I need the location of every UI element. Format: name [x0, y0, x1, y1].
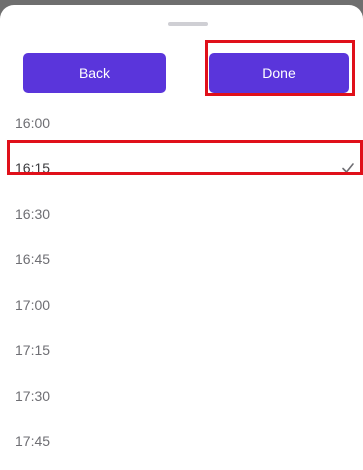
time-option-1630[interactable]: 16:30	[0, 191, 363, 237]
back-button[interactable]: Back	[23, 53, 166, 93]
time-option-1745[interactable]: 17:45	[0, 419, 363, 465]
time-list: 16:00 16:15 16:30 16:45 17:00 17:15 17:3…	[0, 100, 363, 464]
time-option-label: 16:30	[15, 205, 51, 222]
time-option-label: 16:00	[15, 114, 51, 131]
time-option-1715[interactable]: 17:15	[0, 328, 363, 374]
time-option-label: 17:00	[15, 296, 51, 313]
sheet-grabber-handle[interactable]	[168, 22, 208, 26]
time-option-1645[interactable]: 16:45	[0, 237, 363, 283]
time-option-label: 17:45	[15, 433, 51, 450]
time-option-label: 16:45	[15, 251, 51, 268]
time-option-label: 16:15	[15, 160, 51, 177]
done-button[interactable]: Done	[209, 53, 349, 93]
time-option-1700[interactable]: 17:00	[0, 282, 363, 328]
time-option-1730[interactable]: 17:30	[0, 373, 363, 419]
checkmark-icon	[341, 161, 355, 175]
time-option-1615[interactable]: 16:15	[0, 146, 363, 192]
time-option-1600[interactable]: 16:00	[0, 100, 363, 146]
time-option-label: 17:15	[15, 342, 51, 359]
time-picker-sheet: Back Done 16:00 16:15 16:30 16:45 17:00 …	[0, 5, 363, 470]
time-option-label: 17:30	[15, 387, 51, 404]
